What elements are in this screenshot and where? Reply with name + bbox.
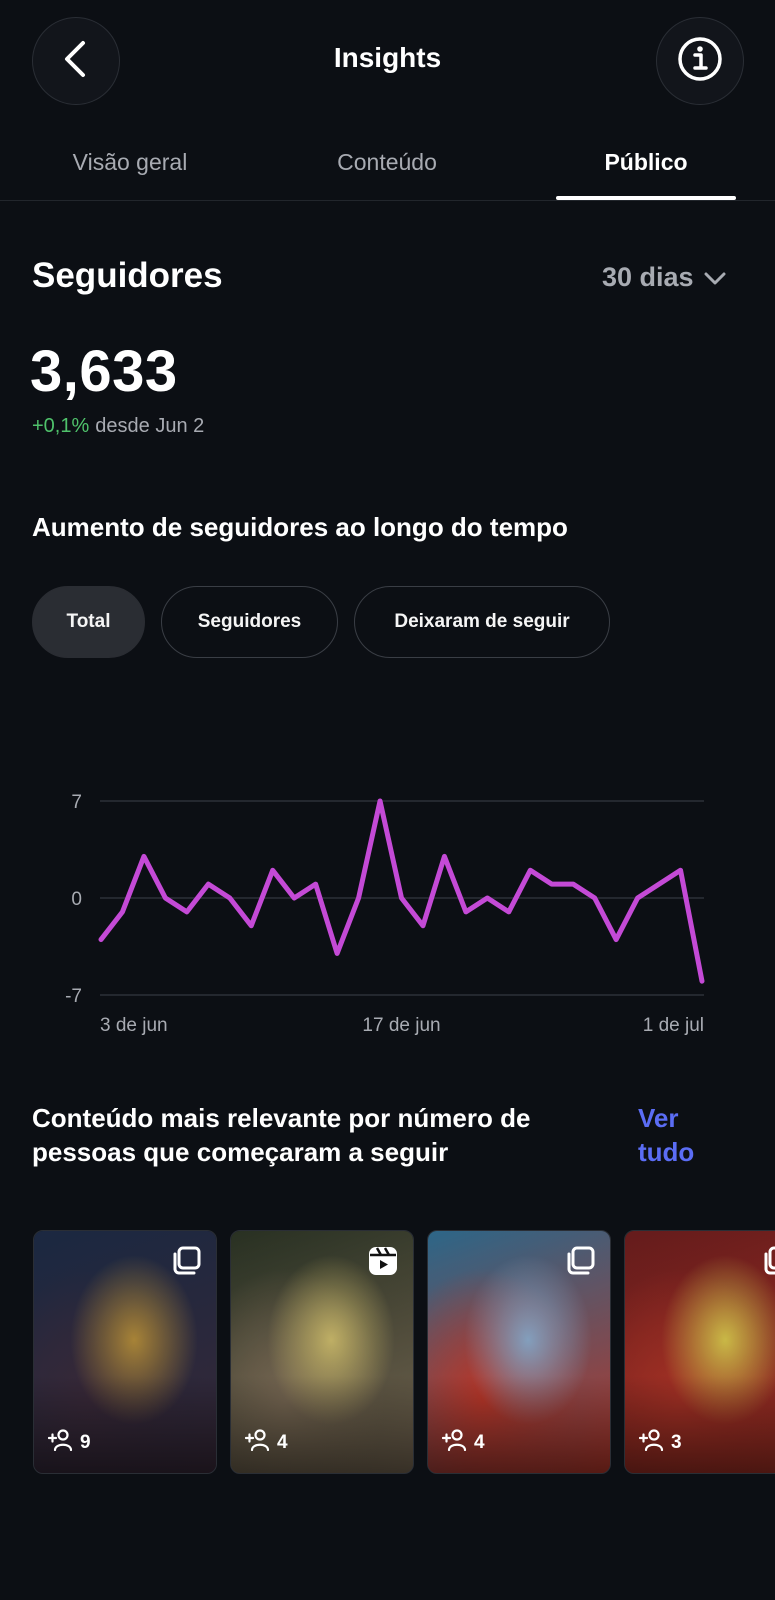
top-content-heading: Conteúdo mais relevante por número de pe… [32, 1103, 531, 1167]
follower-growth-chart: 7 0 -7 3 de jun 17 de jun 1 de jul [65, 792, 705, 1036]
follower-count: 3,633 [30, 339, 178, 404]
new-followers-badge: 4 [441, 1429, 485, 1457]
tab-content[interactable]: Conteúdo [287, 149, 487, 176]
new-followers-badge: 4 [244, 1429, 288, 1457]
new-followers-badge: 3 [638, 1429, 682, 1457]
date-range-dropdown[interactable]: 30 dias [602, 262, 726, 293]
delta-percent: +0,1% [32, 415, 90, 437]
carousel-icon [761, 1245, 775, 1282]
tab-audience[interactable]: Público [546, 149, 746, 176]
see-all-link[interactable]: Ver tudo [638, 1101, 738, 1169]
growth-heading: Aumento de seguidores ao longo do tempo [32, 512, 568, 542]
content-thumbnail[interactable]: 9 [33, 1230, 217, 1474]
carousel-icon [170, 1245, 202, 1282]
content-thumbnail[interactable]: 3 [624, 1230, 775, 1474]
chevron-down-icon [704, 262, 726, 293]
series-line [98, 798, 705, 984]
y-tick-label: 7 [71, 792, 82, 813]
new-followers-badge: 9 [47, 1429, 91, 1457]
followers-title: Seguidores [32, 256, 223, 295]
filter-chip-unfollowed[interactable]: Deixaram de seguir [354, 586, 610, 658]
x-tick-label: 1 de jul [643, 1015, 704, 1036]
info-button[interactable] [656, 17, 744, 105]
new-followers-count: 4 [474, 1432, 485, 1453]
content-thumbnail[interactable]: 4 [427, 1230, 611, 1474]
delta-since: desde Jun 2 [95, 415, 205, 437]
top-bar: Insights [0, 0, 775, 125]
add-person-icon [441, 1429, 468, 1457]
add-person-icon [638, 1429, 665, 1457]
filter-chip-total[interactable]: Total [32, 586, 145, 658]
new-followers-count: 9 [80, 1432, 91, 1453]
active-tab-indicator [556, 196, 736, 200]
add-person-icon [47, 1429, 74, 1457]
date-range-label: 30 dias [602, 262, 694, 292]
carousel-icon [564, 1245, 596, 1282]
tab-overview[interactable]: Visão geral [30, 149, 230, 176]
content-thumbnail[interactable]: 4 [230, 1230, 414, 1474]
x-tick-label: 3 de jun [100, 1015, 168, 1036]
reels-icon [367, 1245, 399, 1282]
filter-chip-followers[interactable]: Seguidores [161, 586, 338, 658]
follower-delta: +0,1% desde Jun 2 [32, 415, 204, 438]
info-icon [677, 36, 723, 87]
new-followers-count: 3 [671, 1432, 682, 1453]
tab-bar: Visão geral Conteúdo Público [0, 125, 775, 201]
add-person-icon [244, 1429, 271, 1457]
top-content-carousel[interactable]: 9 4 4 3 [0, 1230, 775, 1476]
new-followers-count: 4 [277, 1432, 288, 1453]
x-tick-label: 17 de jun [362, 1015, 440, 1036]
y-tick-label: -7 [65, 986, 82, 1007]
y-tick-label: 0 [71, 889, 82, 910]
